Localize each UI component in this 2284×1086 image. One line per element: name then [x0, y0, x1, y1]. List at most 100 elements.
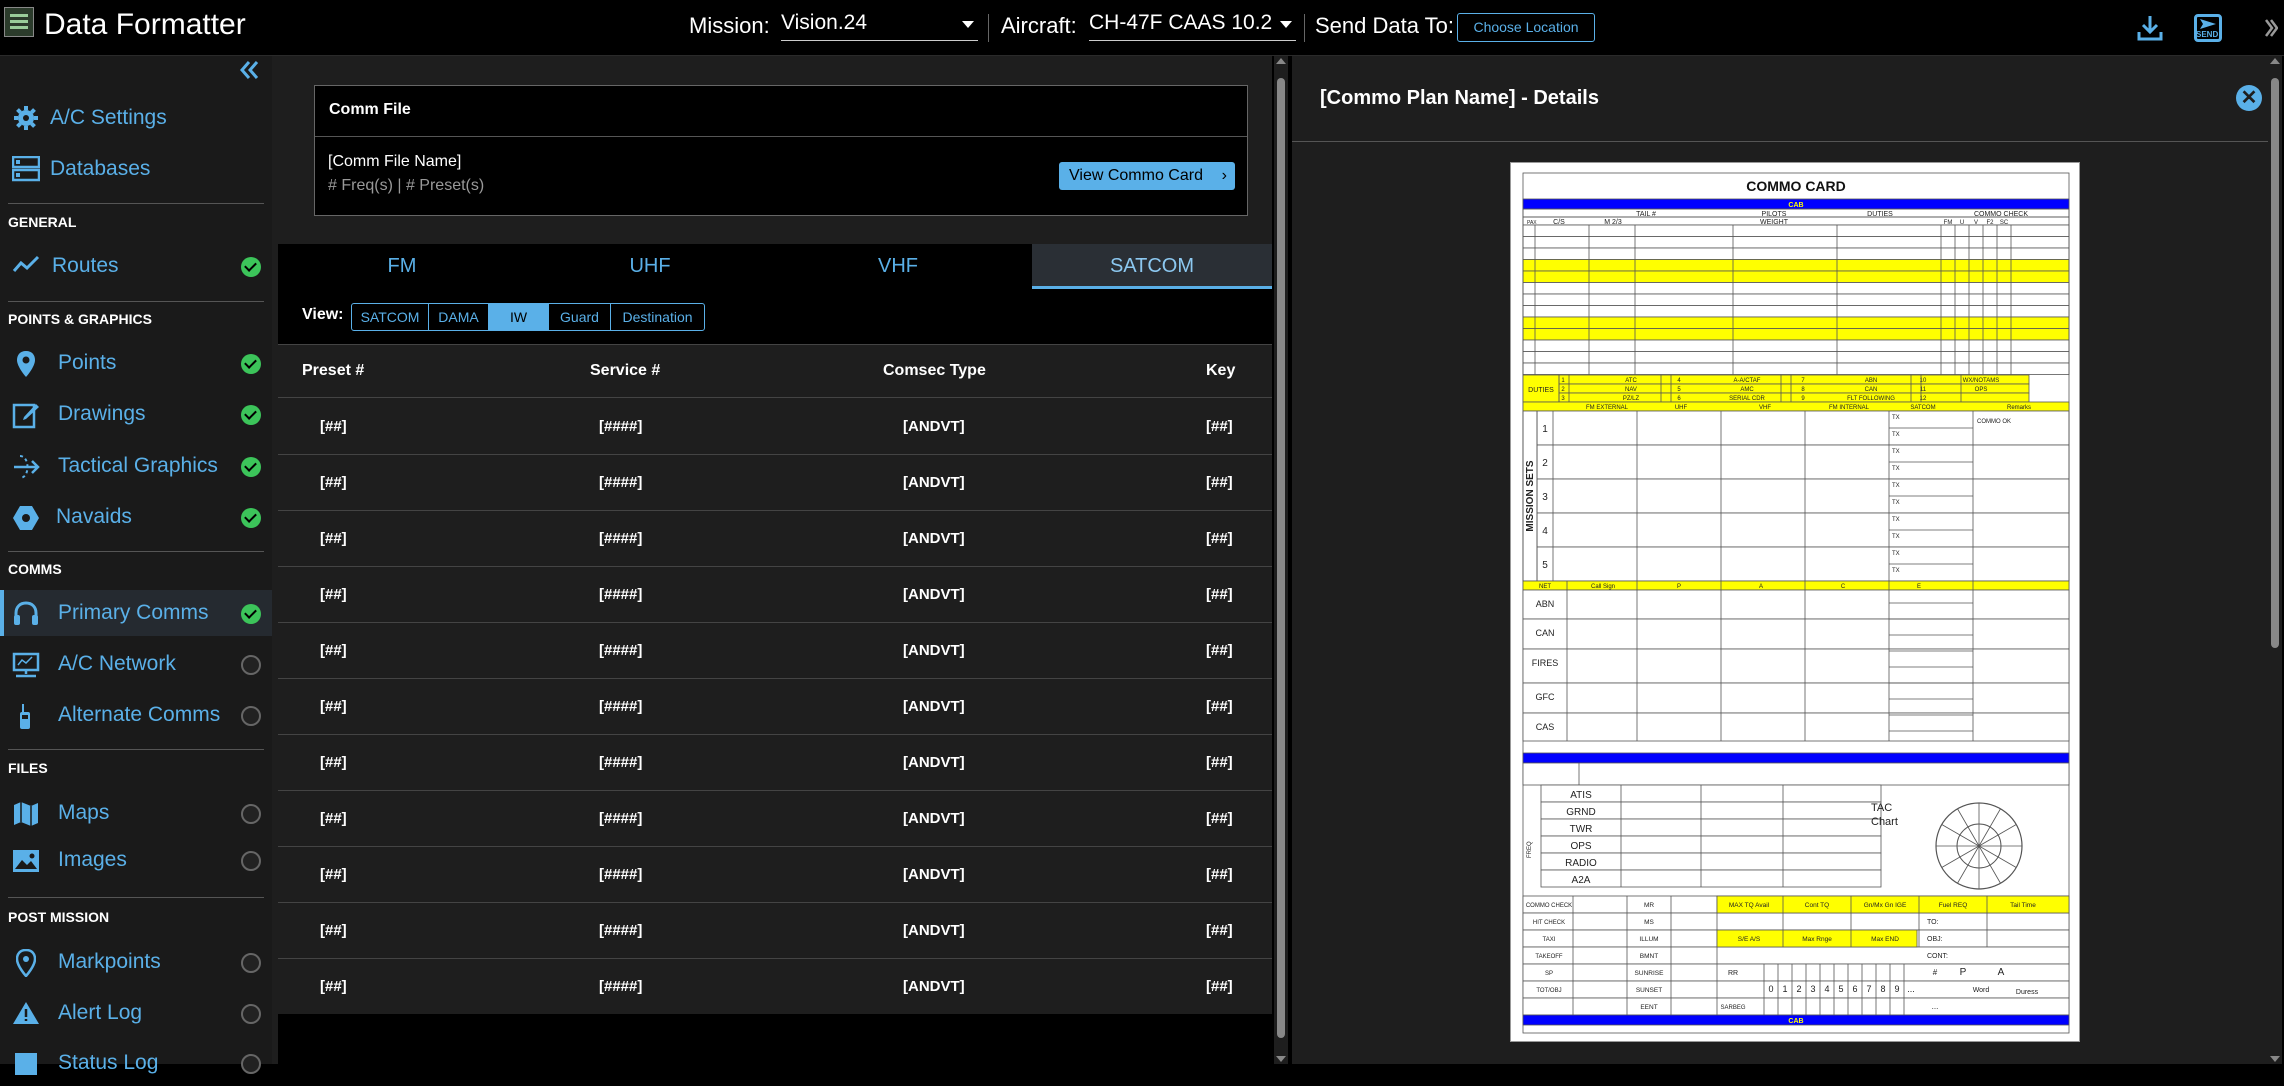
sidebar-item-tactical-graphics[interactable]: Tactical Graphics: [0, 443, 272, 489]
service-cell: [####]: [599, 810, 643, 827]
sidebar-item-navaids[interactable]: Navaids: [0, 494, 272, 540]
pending-status-icon: [241, 804, 261, 824]
details-scrollbar[interactable]: [2268, 56, 2282, 1064]
card-tx-label: TX: [1892, 534, 1900, 540]
map-pin-icon: [12, 350, 40, 378]
send-icon[interactable]: SEND: [2192, 12, 2224, 44]
collapse-sidebar-icon[interactable]: [238, 58, 262, 87]
key-cell: [##]: [1206, 586, 1233, 603]
divider: [8, 551, 264, 552]
card-a-label: A: [1998, 967, 2005, 978]
table-row[interactable]: [##] [####] [ANDVT] [##]: [278, 903, 1272, 959]
sidebar-item-ac-settings[interactable]: A/C Settings: [0, 95, 272, 141]
service-cell: [####]: [599, 418, 643, 435]
complete-check-icon: [241, 457, 261, 477]
sidebar-item-label: Drawings: [58, 402, 146, 425]
card-to-label: CONT:: [1927, 953, 1948, 960]
table-row[interactable]: [##] [####] [ANDVT] [##]: [278, 399, 1272, 455]
view-option-dama[interactable]: DAMA: [428, 303, 489, 331]
card-mission-set-row: [1536, 410, 2070, 446]
table-row[interactable]: [##] [####] [ANDVT] [##]: [278, 735, 1272, 791]
close-icon[interactable]: ✕: [2236, 85, 2262, 111]
complete-check-icon: [241, 508, 261, 528]
card-bottom-mid-label: MR: [1644, 902, 1654, 909]
sidebar-item-ac-network[interactable]: A/C Network: [0, 641, 272, 687]
choose-location-button[interactable]: Choose Location: [1457, 13, 1595, 42]
table-row[interactable]: [##] [####] [ANDVT] [##]: [278, 847, 1272, 903]
chevron-down-icon: [962, 21, 974, 28]
collapse-panel-icon[interactable]: [2262, 16, 2279, 40]
card-bottom-left-label: TAKEOFF: [1535, 954, 1563, 960]
card-bottom-mid-label: ILLUM: [1639, 936, 1658, 943]
section-header-files: FILES: [8, 760, 48, 776]
table-row[interactable]: [##] [####] [ANDVT] [##]: [278, 791, 1272, 847]
sidebar-item-drawings[interactable]: Drawings: [0, 391, 272, 437]
status-log-icon: [12, 1050, 40, 1078]
card-freq-row: [1540, 869, 1882, 888]
view-option-satcom[interactable]: SATCOM: [351, 303, 429, 331]
table-row[interactable]: [##] [####] [ANDVT] [##]: [278, 511, 1272, 567]
complete-check-icon: [241, 405, 261, 425]
card-digit: 7: [1866, 984, 1871, 994]
middle-scrollbar[interactable]: [1274, 56, 1288, 1064]
aircraft-select[interactable]: CH-47F CAAS 10.2: [1089, 11, 1296, 41]
card-sets-header-text: FM EXTERNAL: [1586, 405, 1629, 411]
card-duty-text: SERIAL CDR: [1729, 396, 1765, 402]
view-option-guard[interactable]: Guard: [548, 303, 611, 331]
card-row-yellow: [1522, 316, 2070, 329]
sidebar-item-alternate-comms[interactable]: Alternate Comms: [0, 692, 272, 738]
card-bottom-left-label: HIT CHECK: [1533, 920, 1565, 926]
card-cell: [1522, 762, 2070, 786]
card-freq-name: GRND: [1566, 807, 1595, 818]
download-icon[interactable]: [2134, 12, 2166, 44]
tab-fm[interactable]: FM: [278, 244, 526, 289]
divider: [8, 203, 264, 204]
table-row[interactable]: [##] [####] [ANDVT] [##]: [278, 623, 1272, 679]
sidebar-item-maps[interactable]: Maps: [0, 790, 272, 836]
card-net-name: FIRES: [1532, 658, 1559, 668]
mission-select[interactable]: Vision.24: [781, 11, 978, 41]
commo-card-image: COMMO CARD CAB TAIL # PILOTS DUTIES COMMO CHE…: [1510, 162, 2080, 1042]
view-option-iw[interactable]: IW: [488, 303, 549, 331]
view-option-destination[interactable]: Destination: [610, 303, 705, 331]
tab-satcom[interactable]: SATCOM: [1032, 244, 1272, 289]
card-net-name: CAS: [1536, 722, 1555, 732]
sidebar-item-primary-comms[interactable]: Primary Comms: [0, 590, 272, 636]
tab-vhf[interactable]: VHF: [774, 244, 1022, 289]
send-icon-text: SEND: [2196, 30, 2219, 39]
view-label: View:: [302, 306, 344, 323]
tab-uhf[interactable]: UHF: [526, 244, 774, 289]
card-perf-label: Cont TQ: [1805, 902, 1829, 909]
card-mission-sets-label: MISSION SETS: [1525, 460, 1536, 531]
aircraft-value: CH-47F CAAS 10.2: [1089, 11, 1273, 34]
chevron-right-icon: ›: [1221, 167, 1227, 184]
table-row[interactable]: [##] [####] [ANDVT] [##]: [278, 567, 1272, 623]
preset-cell: [##]: [320, 922, 347, 939]
sidebar-item-alert-log[interactable]: Alert Log: [0, 990, 272, 1036]
sidebar-item-routes[interactable]: Routes: [0, 243, 272, 289]
card-digit: 2: [1796, 984, 1801, 994]
view-commo-card-button[interactable]: View Commo Card ›: [1059, 162, 1235, 190]
comsec-type-cell: [ANDVT]: [903, 530, 965, 547]
comsec-type-cell: [ANDVT]: [903, 698, 965, 715]
card-duties-row: [1522, 383, 2030, 394]
card-freq-row: [1540, 784, 1882, 803]
table-row[interactable]: [##] [####] [ANDVT] [##]: [278, 959, 1272, 1015]
table-empty-area: [278, 1014, 1272, 1064]
send-data-label: Send Data To:: [1315, 13, 1455, 38]
card-bottom-mid-label: SUNSET: [1636, 987, 1662, 994]
sidebar-item-status-log[interactable]: Status Log: [0, 1040, 272, 1086]
band-tabs: FM UHF VHF SATCOM: [278, 244, 1272, 289]
table-row[interactable]: [##] [####] [ANDVT] [##]: [278, 455, 1272, 511]
sidebar-item-markpoints[interactable]: Markpoints: [0, 939, 272, 985]
table-row[interactable]: [##] [####] [ANDVT] [##]: [278, 679, 1272, 735]
divider: [988, 14, 989, 42]
sidebar-item-points[interactable]: Points: [0, 340, 272, 386]
sidebar-item-databases[interactable]: Databases: [0, 146, 272, 192]
warning-icon: [12, 1000, 40, 1028]
key-cell: [##]: [1206, 474, 1233, 491]
service-cell: [####]: [599, 530, 643, 547]
section-header-post-mission: POST MISSION: [8, 909, 110, 925]
sidebar-item-images[interactable]: Images: [0, 837, 272, 883]
card-bottom-left-label: TAXI: [1543, 937, 1556, 943]
